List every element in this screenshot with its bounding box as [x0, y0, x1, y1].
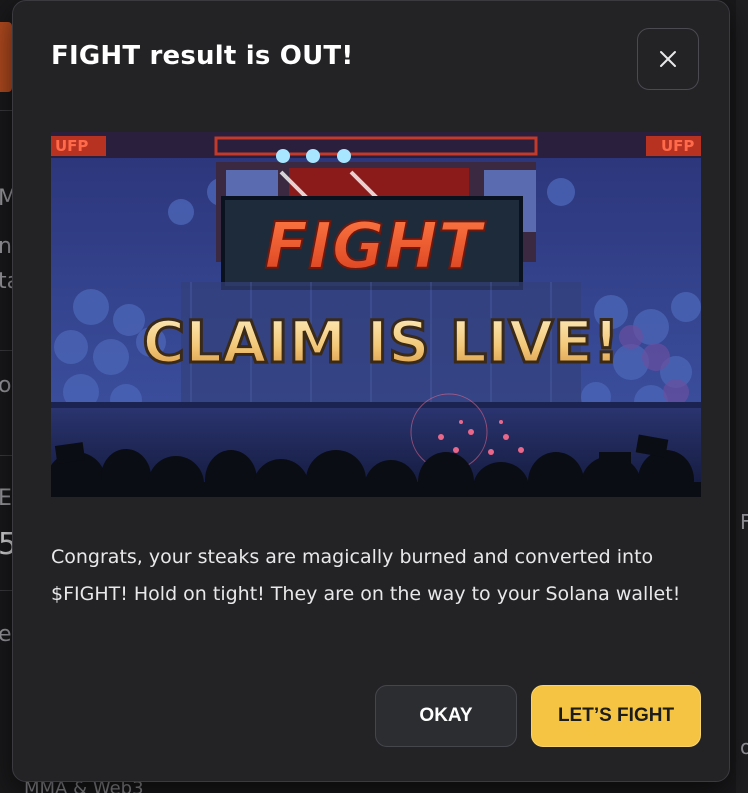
banner-logo-left: UFP — [55, 137, 88, 155]
lets-fight-button[interactable]: LET’S FIGHT — [531, 685, 701, 747]
banner-logo-right: UFP — [661, 137, 694, 155]
banner-subheadline: CLAIM IS LIVE! — [143, 308, 620, 376]
background-text-fragment: F — [740, 510, 748, 534]
banner-headline: FIGHT — [264, 210, 486, 284]
banner-illustration: UFP UFP FIGHT CLAIM IS LIVE! — [51, 132, 701, 497]
background-right-panel — [736, 0, 748, 793]
background-orange-tab — [0, 22, 12, 92]
okay-button[interactable]: OKAY — [375, 685, 517, 747]
fight-result-modal: FIGHT result is OUT! UFP UFP FIGHT CLAIM… — [12, 0, 730, 782]
modal-title: FIGHT result is OUT! — [51, 41, 354, 71]
background-text-fragment: n — [0, 234, 12, 259]
close-button[interactable] — [637, 28, 699, 90]
background-text-fragment: o — [740, 735, 748, 759]
close-icon — [660, 51, 676, 67]
fight-claim-banner: UFP UFP FIGHT CLAIM IS LIVE! — [51, 132, 701, 497]
modal-message: Congrats, your steaks are magically burn… — [51, 546, 681, 605]
